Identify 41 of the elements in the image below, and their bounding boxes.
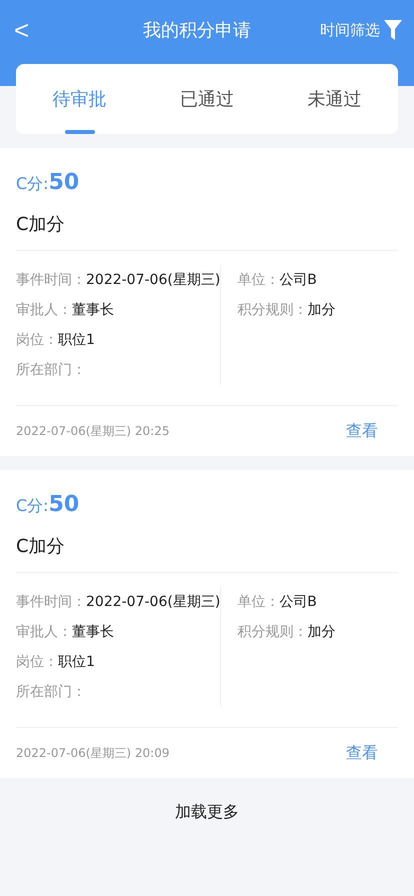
field-value: 职位1 xyxy=(58,331,95,349)
field-label: 单位： xyxy=(237,593,280,611)
tab-indicator xyxy=(64,130,95,134)
score-value: 50 xyxy=(48,170,80,195)
field-label: 岗位： xyxy=(16,653,58,671)
field-label: 岗位： xyxy=(16,331,58,349)
field-label: 所在部门： xyxy=(16,683,86,701)
field-label: 积分规则： xyxy=(237,301,308,319)
score-label: C分: xyxy=(16,174,49,195)
view-link[interactable]: 查看 xyxy=(346,420,378,442)
view-link[interactable]: 查看 xyxy=(346,742,378,764)
field-label: 事件时间： xyxy=(16,593,86,611)
back-button[interactable]: < xyxy=(14,17,74,43)
field-value: 2022-07-06(星期三) xyxy=(86,593,220,611)
tab[interactable]: 已通过 xyxy=(143,64,271,134)
tab[interactable]: 待审批 xyxy=(16,64,144,134)
card-title: C加分 xyxy=(16,522,398,573)
filter-button[interactable]: 时间筛选 xyxy=(320,20,402,40)
field-value: 加分 xyxy=(307,623,336,641)
submit-time: 2022-07-06(星期三) 20:25 xyxy=(16,422,170,440)
field-label: 积分规则： xyxy=(237,623,308,641)
score-value: 50 xyxy=(48,492,80,517)
field-value: 加分 xyxy=(307,301,336,319)
field-label: 事件时间： xyxy=(16,271,86,289)
tab[interactable]: 未通过 xyxy=(270,64,398,134)
field-label: 审批人： xyxy=(16,623,72,641)
field-value: 公司B xyxy=(279,271,317,289)
field-label: 审批人： xyxy=(16,301,72,319)
field-value: 董事长 xyxy=(72,623,114,641)
field-label: 单位： xyxy=(237,271,280,289)
page-title: 我的积分申请 xyxy=(143,19,251,42)
field-value: 职位1 xyxy=(58,653,95,671)
field-value: 公司B xyxy=(279,593,317,611)
submit-time: 2022-07-06(星期三) 20:09 xyxy=(16,744,170,762)
score-label: C分: xyxy=(16,496,49,517)
load-more-button[interactable]: 加载更多 xyxy=(175,802,239,821)
field-label: 所在部门： xyxy=(16,361,86,379)
filter-icon xyxy=(384,20,402,40)
card-title: C加分 xyxy=(16,200,398,251)
field-value: 2022-07-06(星期三) xyxy=(86,271,220,289)
field-value: 董事长 xyxy=(72,301,114,319)
